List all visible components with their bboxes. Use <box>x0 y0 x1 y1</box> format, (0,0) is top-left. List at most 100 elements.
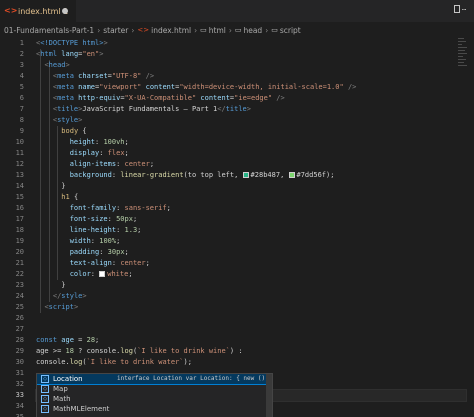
line-number: 30 <box>15 358 24 366</box>
js-variable: age <box>61 336 74 344</box>
breadcrumb-html[interactable]: html <box>209 26 226 35</box>
line-number: 16 <box>15 204 24 212</box>
code-line: font-size: 50px; <box>69 215 138 223</box>
suggest-widget[interactable]: ◇ Location interface Location var Locati… <box>36 373 273 417</box>
css-property: width <box>69 237 91 245</box>
css-property: height <box>69 138 96 146</box>
more-actions-icon[interactable]: … <box>462 5 468 13</box>
code-editor[interactable]: 1 2 3 4 5 6 7 8 9 10 11 12 13 14 15 16 1… <box>0 38 474 417</box>
code-line: h1 { <box>61 193 79 201</box>
suggestion-detail: interface Location var Location: { new (… <box>117 375 273 382</box>
tag: head <box>48 61 66 69</box>
element-icon: ▭ <box>234 26 242 34</box>
breadcrumb-script[interactable]: script <box>280 26 301 35</box>
line-number: 6 <box>19 94 24 102</box>
suggestion-item-mathmlelement[interactable]: ◇ MathMLElement <box>37 404 272 414</box>
line-number: 27 <box>15 325 24 333</box>
code-line: <head> <box>44 61 70 69</box>
code-line: display: flex; <box>69 149 129 157</box>
code-line: body { <box>61 127 87 135</box>
element-icon: ▭ <box>200 26 207 34</box>
suggest-scrollbar[interactable] <box>266 374 272 417</box>
line-number: 19 <box>15 237 24 245</box>
line-number: 1 <box>19 39 24 47</box>
element-icon: ▭ <box>271 26 278 34</box>
minimap[interactable] <box>458 38 468 128</box>
css-value: 100vh <box>103 138 125 146</box>
css-color: #7dd56f <box>296 171 327 179</box>
attr-value: "en" <box>82 50 100 58</box>
css-value: white <box>107 270 129 278</box>
tag: meta <box>57 94 74 102</box>
unsaved-dot-icon[interactable] <box>62 8 68 14</box>
code-line: background: linear-gradient(to top left,… <box>69 171 335 179</box>
tag: title <box>225 105 247 113</box>
interface-icon: ◇ <box>41 375 49 383</box>
code-line: <title>JavaScript Fundamentals – Part 1<… <box>52 105 251 113</box>
breadcrumb-file[interactable]: index.html <box>151 26 191 35</box>
breadcrumb-folder-2[interactable]: starter <box>103 26 128 35</box>
css-property: background <box>69 171 112 179</box>
editor-actions: … <box>454 5 470 17</box>
chevron-right-icon: › <box>131 25 135 35</box>
line-number: 10 <box>15 138 24 146</box>
js-number: 28 <box>86 336 96 344</box>
suggestion-label: Math <box>53 395 71 403</box>
js-text: ); <box>183 358 192 366</box>
chevron-right-icon: › <box>265 25 269 35</box>
code-line: <meta http-equiv="X-UA-Compatible" conte… <box>52 94 285 102</box>
tag: style <box>61 292 83 300</box>
color-swatch[interactable] <box>288 172 295 178</box>
attr-value: "viewport" <box>99 83 142 91</box>
css-value: flex <box>107 149 125 157</box>
split-editor-icon[interactable] <box>454 5 460 13</box>
code-line: width: 100%; <box>69 237 121 245</box>
suggestion-item-location[interactable]: ◇ Location interface Location var Locati… <box>37 374 273 385</box>
attr: content <box>200 94 230 102</box>
code-line: height: 100vh; <box>69 138 129 146</box>
line-number: 28 <box>15 336 24 344</box>
line-number: 26 <box>15 314 24 322</box>
chevron-right-icon: › <box>194 25 198 35</box>
line-number: 32 <box>15 380 24 388</box>
breadcrumb: 01-Fundamentals-Part-1 › starter › <> in… <box>0 22 474 38</box>
attr-value: "ie=edge" <box>234 94 273 102</box>
css-property: align-items <box>69 160 117 168</box>
suggestion-item-map[interactable]: ◇ Map <box>37 384 272 394</box>
code-line: line-height: 1.3; <box>69 226 142 234</box>
css-value: 100% <box>99 237 117 245</box>
js-function: log <box>69 358 83 366</box>
code-line: age >= 18 ? console.log(`I like to drink… <box>36 347 243 355</box>
line-number: 22 <box>15 270 24 278</box>
css-property: text-align <box>69 259 112 267</box>
line-number: 18 <box>15 226 24 234</box>
tab-index-html[interactable]: <> index.html 1 <box>0 0 76 22</box>
chevron-right-icon: › <box>97 25 101 35</box>
line-number: 23 <box>15 281 24 289</box>
line-number: 14 <box>15 182 24 190</box>
breadcrumb-folder-1[interactable]: 01-Fundamentals-Part-1 <box>4 26 94 35</box>
tag: html <box>40 50 58 58</box>
code-line: <script> <box>44 303 79 311</box>
line-number: 3 <box>19 61 24 69</box>
title-text: JavaScript Fundamentals – Part 1 <box>82 105 218 113</box>
line-number: 12 <box>15 160 24 168</box>
line-number-gutter: 1 2 3 4 5 6 7 8 9 10 11 12 13 14 15 16 1… <box>0 38 26 417</box>
breadcrumb-head[interactable]: head <box>243 26 262 35</box>
tag: style <box>57 116 79 124</box>
code-line: <meta name="viewport" content="width=dev… <box>52 83 357 91</box>
line-number: 34 <box>15 402 24 410</box>
code-area[interactable]: <<!DOCTYPE html>> <html lang="en"> <head… <box>35 38 467 402</box>
attr-value: "X-UA-Compatible" <box>124 94 197 102</box>
color-swatch[interactable] <box>242 172 249 178</box>
line-number: 24 <box>15 292 24 300</box>
css-property: padding <box>69 248 100 256</box>
line-number: 29 <box>15 347 24 355</box>
color-swatch[interactable] <box>99 271 106 277</box>
suggestion-item-math[interactable]: ◇ Math <box>37 394 272 404</box>
js-text: ? console. <box>73 347 121 355</box>
suggestion-label: Location <box>53 375 83 383</box>
css-value: 30px <box>107 248 125 256</box>
